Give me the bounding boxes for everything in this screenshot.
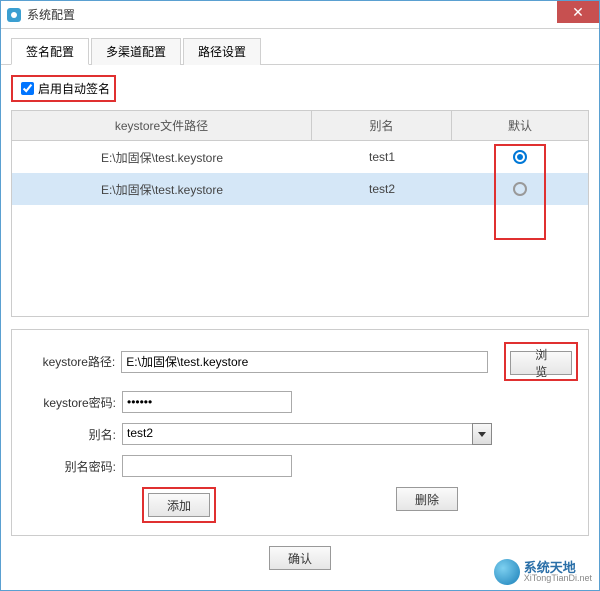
keystore-table: keystore文件路径 别名 默认 E:\加固保\test.keystore …	[11, 110, 589, 317]
app-icon	[7, 8, 21, 22]
config-window: 系统配置 ✕ 签名配置 多渠道配置 路径设置 启用自动签名 keystore文件…	[0, 0, 600, 591]
tab-pathsettings[interactable]: 路径设置	[183, 38, 261, 65]
alias-pwd-label: 别名密码:	[22, 458, 122, 475]
path-label: keystore路径:	[22, 353, 121, 370]
keystore-password-input[interactable]	[122, 391, 292, 413]
auto-sign-checkbox-row[interactable]: 启用自动签名	[11, 75, 116, 102]
window-title: 系统配置	[27, 6, 75, 23]
table-row[interactable]: E:\加固保\test.keystore test1	[12, 141, 588, 173]
delete-button[interactable]: 删除	[396, 487, 458, 511]
alias-label: 别名:	[22, 426, 122, 443]
cell-alias: test1	[312, 150, 452, 164]
cell-alias: test2	[312, 182, 452, 196]
tab-multichannel[interactable]: 多渠道配置	[91, 38, 181, 65]
th-default: 默认	[452, 111, 588, 140]
auto-sign-checkbox[interactable]	[21, 82, 34, 95]
th-path: keystore文件路径	[12, 111, 312, 140]
cell-default	[452, 150, 588, 164]
table-body: E:\加固保\test.keystore test1 E:\加固保\test.k…	[12, 141, 588, 316]
cell-path: E:\加固保\test.keystore	[12, 149, 312, 166]
pwd-label: keystore密码:	[22, 394, 122, 411]
tab-signature[interactable]: 签名配置	[11, 38, 89, 65]
table-header: keystore文件路径 别名 默认	[12, 111, 588, 141]
alias-dropdown-button[interactable]	[472, 423, 492, 445]
tab-content: 启用自动签名 keystore文件路径 别名 默认 E:\加固保\test.ke…	[1, 65, 599, 590]
titlebar: 系统配置 ✕	[1, 1, 599, 29]
alias-password-input[interactable]	[122, 455, 292, 477]
alias-select-text: test2	[122, 423, 472, 445]
keystore-path-input[interactable]	[121, 351, 488, 373]
confirm-button[interactable]: 确认	[269, 546, 331, 570]
close-button[interactable]: ✕	[557, 1, 599, 23]
th-alias: 别名	[312, 111, 452, 140]
keystore-form: keystore路径: 浏览 keystore密码: 别名: test2 别名密…	[11, 329, 589, 536]
chevron-down-icon	[478, 432, 486, 437]
browse-button[interactable]: 浏览	[510, 351, 572, 375]
add-button[interactable]: 添加	[148, 493, 210, 517]
cell-path: E:\加固保\test.keystore	[12, 181, 312, 198]
alias-select[interactable]: test2	[122, 423, 492, 445]
tab-bar: 签名配置 多渠道配置 路径设置	[1, 29, 599, 65]
auto-sign-label: 启用自动签名	[38, 80, 110, 97]
